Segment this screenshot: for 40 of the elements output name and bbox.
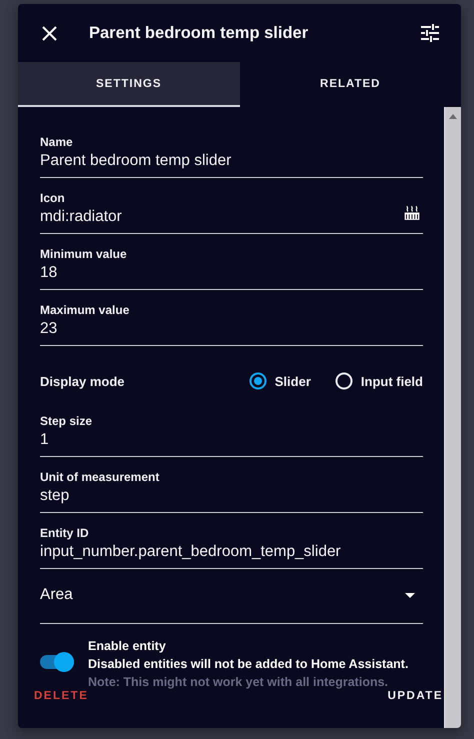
field-value: mdi:radiator — [40, 208, 122, 226]
field-label: Icon — [40, 191, 66, 205]
caret-icon — [405, 592, 415, 598]
input-field[interactable]: Maximum value 23 — [40, 303, 423, 346]
area-dropdown[interactable]: Area — [40, 583, 423, 624]
toggle-title: Enable entity — [88, 638, 167, 655]
radio-option[interactable]: Input field — [334, 372, 423, 390]
input-field[interactable]: Name Parent bedroom temp slider — [40, 135, 423, 178]
field-label: Name — [40, 135, 74, 149]
toggle-switch[interactable] — [40, 652, 74, 672]
close-button[interactable] — [42, 26, 57, 40]
sliders-icon — [421, 24, 439, 42]
input-field[interactable]: Minimum value 18 — [40, 247, 423, 290]
scroll-up-icon[interactable] — [449, 114, 457, 119]
field-value: 23 — [40, 320, 58, 338]
input-field[interactable]: Step size 1 — [40, 414, 423, 457]
field-value: Parent bedroom temp slider — [40, 152, 232, 170]
field-label: Display mode — [40, 374, 125, 388]
close-icon — [42, 26, 57, 40]
field-label: Maximum value — [40, 303, 130, 317]
field-value: input_number.parent_bedroom_temp_slider — [40, 543, 341, 561]
toggle-description: Disabled entities will not be added to Home Assistant. — [88, 656, 408, 673]
input-field[interactable]: Entity ID input_number.parent_bedroom_temp_slider — [40, 526, 423, 569]
input-field[interactable]: Unit of measurement step — [40, 470, 423, 513]
field-value: 18 — [40, 264, 58, 282]
tab[interactable]: RELATED — [240, 62, 461, 107]
field-label: Entity ID — [40, 526, 90, 540]
field-label: Area — [40, 586, 73, 604]
scrollbar[interactable] — [444, 107, 461, 728]
dialog-title: Parent bedroom temp slider — [89, 24, 310, 42]
settings-button[interactable] — [421, 24, 439, 42]
field-label: Step size — [40, 414, 94, 428]
field-label: Unit of measurement — [40, 470, 160, 484]
field-value: 1 — [40, 431, 49, 449]
tab[interactable]: SETTINGS — [18, 62, 240, 107]
field-value: step — [40, 487, 70, 505]
delete-button[interactable]: DELETE — [32, 682, 90, 708]
field-label: Minimum value — [40, 247, 128, 261]
input-field[interactable]: Icon mdi:radiator — [40, 191, 423, 234]
radio-option[interactable]: Slider — [248, 372, 311, 390]
